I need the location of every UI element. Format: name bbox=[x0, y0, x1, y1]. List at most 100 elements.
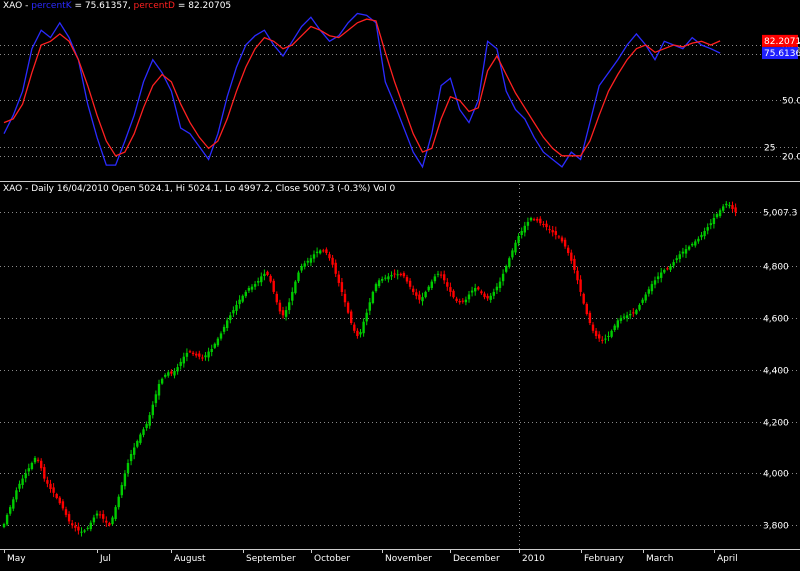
candle-body bbox=[681, 251, 685, 254]
candle-body bbox=[650, 284, 654, 292]
stochastic-tick-label: 20.0 bbox=[782, 153, 800, 163]
x-tick-label: Jul bbox=[99, 554, 111, 564]
candle-body bbox=[641, 299, 644, 303]
candle-body bbox=[170, 371, 173, 374]
stochastic-header: XAO - percentK = 75.61357, percentD = 82… bbox=[3, 1, 231, 12]
candle-body bbox=[474, 288, 477, 292]
candle-body bbox=[105, 520, 108, 523]
candle-body bbox=[331, 257, 334, 265]
price-tick-label: 5,007.3 bbox=[763, 209, 797, 219]
candle-body bbox=[188, 351, 192, 353]
candle-body bbox=[92, 517, 96, 523]
candle-body bbox=[129, 454, 133, 462]
candle-body bbox=[263, 273, 266, 276]
price-tick-label: 3,800 bbox=[763, 522, 789, 532]
candle-body bbox=[80, 531, 83, 533]
candle-body bbox=[244, 291, 247, 297]
candle-body bbox=[458, 301, 461, 303]
candle-body bbox=[201, 357, 204, 359]
candle-body bbox=[15, 490, 18, 500]
candle-body bbox=[148, 415, 151, 426]
candle-body bbox=[501, 273, 505, 282]
x-tick-label: December bbox=[453, 554, 500, 564]
price-tick-label: 4,000 bbox=[763, 470, 789, 480]
candle-body bbox=[191, 352, 195, 355]
candle-body bbox=[319, 250, 322, 254]
candle-body bbox=[508, 258, 511, 267]
candle-body bbox=[480, 291, 483, 294]
candle-body bbox=[226, 320, 229, 328]
candle-body bbox=[520, 231, 523, 235]
candle-body bbox=[418, 294, 421, 300]
candle-body bbox=[560, 237, 564, 242]
x-tick-label: November bbox=[385, 554, 432, 564]
candle-body bbox=[505, 266, 508, 272]
candle-body bbox=[579, 279, 582, 292]
candle-body bbox=[120, 485, 123, 496]
candle-body bbox=[142, 429, 145, 435]
symbol-label: XAO bbox=[3, 1, 23, 11]
candle-body bbox=[145, 424, 148, 429]
x-tick-label: May bbox=[7, 554, 26, 564]
candle-body bbox=[43, 467, 46, 479]
candle-body bbox=[551, 230, 554, 233]
candle-body bbox=[297, 272, 300, 282]
candle-body bbox=[288, 302, 291, 311]
candle-body bbox=[269, 275, 272, 282]
candle-body bbox=[58, 497, 61, 504]
candle-body bbox=[77, 526, 80, 531]
candle-body bbox=[399, 273, 402, 276]
price-header: XAO - Daily 16/04/2010 Open 5024.1, Hi 5… bbox=[3, 184, 396, 194]
candle-body bbox=[452, 290, 455, 298]
candle-body bbox=[30, 463, 34, 469]
candle-body bbox=[725, 203, 728, 206]
percentK-badge-label: 75.6136 bbox=[764, 49, 800, 59]
candle-body bbox=[377, 280, 381, 287]
candle-body bbox=[703, 231, 706, 237]
candle-body bbox=[114, 507, 117, 519]
candle-body bbox=[439, 274, 443, 276]
candle-body bbox=[133, 447, 136, 455]
chart-canvas: 80.07550.02520.0 82.207175.6136 5,007.34… bbox=[0, 0, 800, 571]
candle-body bbox=[576, 270, 579, 281]
candle-body bbox=[554, 231, 557, 235]
candle-body bbox=[362, 321, 365, 334]
candle-body bbox=[573, 258, 576, 270]
candle-body bbox=[545, 223, 548, 228]
candle-body bbox=[647, 289, 650, 294]
candle-body bbox=[424, 291, 427, 298]
candle-body bbox=[12, 499, 15, 509]
candle-body bbox=[718, 210, 722, 217]
candle-body bbox=[678, 254, 681, 259]
candle-body bbox=[669, 266, 672, 270]
candle-body bbox=[467, 294, 471, 300]
candle-body bbox=[734, 207, 737, 213]
candle-body bbox=[697, 238, 700, 242]
candle-body bbox=[672, 262, 675, 266]
candle-body bbox=[337, 274, 340, 283]
price-tick-label: 4,200 bbox=[763, 419, 789, 429]
candle-body bbox=[238, 299, 241, 305]
candle-body bbox=[610, 330, 613, 337]
candle-body bbox=[213, 343, 216, 348]
candle-body bbox=[210, 349, 213, 352]
candle-body bbox=[309, 258, 313, 263]
candle-body bbox=[123, 473, 127, 487]
candle-body bbox=[272, 280, 275, 292]
candle-body bbox=[52, 487, 55, 493]
candle-body bbox=[622, 316, 626, 318]
candle-body bbox=[517, 236, 520, 244]
stochastic-tick-label: 50.0 bbox=[782, 97, 800, 107]
candle-body bbox=[24, 473, 27, 479]
candle-body bbox=[55, 494, 58, 498]
candle-body bbox=[430, 281, 433, 288]
candle-body bbox=[365, 312, 368, 322]
candle-body bbox=[356, 330, 359, 336]
x-tick-label: September bbox=[246, 554, 296, 564]
candle-body bbox=[526, 221, 530, 226]
candle-body bbox=[204, 355, 207, 358]
candle-body bbox=[278, 302, 282, 312]
candle-body bbox=[582, 293, 585, 304]
candle-body bbox=[706, 227, 709, 231]
candle-body bbox=[489, 295, 492, 300]
